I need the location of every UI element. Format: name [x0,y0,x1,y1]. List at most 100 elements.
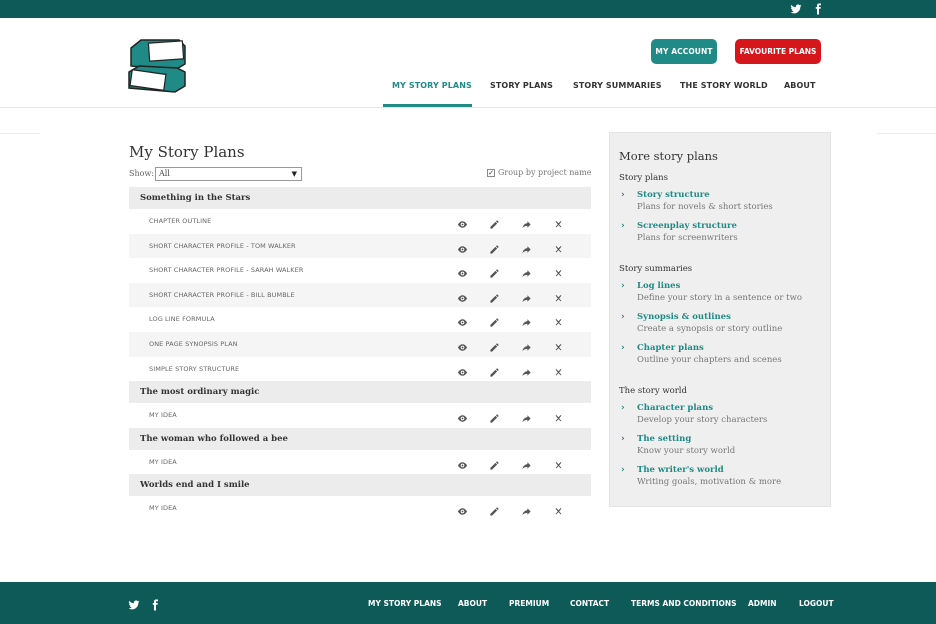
sidebar-link[interactable]: Character plans [637,403,713,413]
share-icon[interactable] [521,241,532,253]
eye-icon[interactable] [457,503,468,516]
delete-icon[interactable] [553,265,564,277]
plan-name[interactable]: MY IDEA [149,458,177,466]
plan-row[interactable]: ONE PAGE SYNOPSIS PLAN [129,331,591,357]
pencil-icon[interactable] [489,457,500,470]
pencil-icon[interactable] [489,410,500,423]
eye-icon[interactable] [457,410,468,422]
nav-the-story-world[interactable]: THE STORY WORLD [680,81,768,93]
delete-icon[interactable] [553,364,564,375]
share-icon[interactable] [521,410,532,423]
eye-icon[interactable] [457,364,468,376]
plan-name[interactable]: SHORT CHARACTER PROFILE - BILL BUMBLE [149,291,295,299]
plan-row[interactable]: LOG LINE FORMULA [129,307,591,332]
delete-icon[interactable] [553,216,564,228]
share-icon[interactable] [521,503,532,516]
pencil-icon[interactable] [489,503,500,516]
sidebar-link-description: Plans for screenwriters [637,233,738,243]
nav-story-plans[interactable]: STORY PLANS [490,81,553,93]
footer-link-terms[interactable]: TERMS AND CONDITIONS [631,599,737,608]
share-icon[interactable] [521,314,532,327]
pencil-icon[interactable] [489,339,500,352]
chevron-right-icon: › [621,312,625,322]
sidebar-link[interactable]: Log lines [637,281,680,291]
footer-link-about[interactable]: ABOUT [458,599,487,608]
show-filter-select[interactable]: All ▼ [155,167,302,181]
delete-icon[interactable] [553,457,564,469]
share-icon[interactable] [521,457,532,469]
footer-link-my-story-plans[interactable]: MY STORY PLANS [368,599,442,608]
eye-icon[interactable] [457,265,468,277]
sidebar-link[interactable]: The setting [637,434,691,444]
sidebar-link-description: Create a synopsis or story outline [637,324,783,334]
footer-link-logout[interactable]: LOGOUT [799,599,834,608]
delete-icon[interactable] [553,503,564,515]
sidebar-link[interactable]: Screenplay structure [637,221,737,231]
delete-icon[interactable] [553,314,564,326]
sidebar-link[interactable]: The writer's world [637,465,724,475]
plan-name[interactable]: SHORT CHARACTER PROFILE - TOM WALKER [149,242,296,250]
chevron-right-icon: › [621,281,625,291]
pencil-icon[interactable] [489,314,500,327]
pencil-icon[interactable] [489,265,500,278]
plan-row[interactable]: MY IDEA [129,450,591,475]
twitter-icon[interactable] [128,599,140,611]
sidebar-link[interactable]: Synopsis & outlines [637,312,731,322]
plan-name[interactable]: ONE PAGE SYNOPSIS PLAN [149,340,238,348]
pencil-icon[interactable] [489,364,500,377]
page-title: My Story Plans [129,143,245,161]
plan-row[interactable]: SHORT CHARACTER PROFILE - SARAH WALKER [129,258,591,283]
sidebar-section-heading: The story world [619,386,687,396]
plan-name[interactable]: MY IDEA [149,504,177,512]
plan-row[interactable]: SIMPLE STORY STRUCTURE [129,357,591,382]
sidebar-link[interactable]: Story structure [637,190,710,200]
sidebar-link-description: Outline your chapters and scenes [637,355,782,365]
delete-icon[interactable] [553,410,564,422]
chevron-right-icon: › [621,434,625,444]
chevron-right-icon: › [621,190,625,200]
plan-row[interactable]: SHORT CHARACTER PROFILE - BILL BUMBLE [129,282,591,308]
footer-link-admin[interactable]: ADMIN [748,599,777,608]
delete-icon[interactable] [553,290,564,302]
pencil-icon[interactable] [489,241,500,254]
footer-link-premium[interactable]: PREMIUM [509,599,549,608]
facebook-icon[interactable] [812,3,824,15]
delete-icon[interactable] [553,339,564,351]
share-icon[interactable] [521,216,532,229]
group-by-project-checkbox[interactable]: ✓ [487,169,495,177]
plan-name[interactable]: SHORT CHARACTER PROFILE - SARAH WALKER [149,266,303,274]
plan-row[interactable]: SHORT CHARACTER PROFILE - TOM WALKER [129,233,591,259]
eye-icon[interactable] [457,457,468,469]
pencil-icon[interactable] [489,216,500,229]
story-planner-logo[interactable] [127,36,187,94]
my-account-button[interactable]: MY ACCOUNT [651,39,717,64]
twitter-icon[interactable] [790,3,802,15]
eye-icon[interactable] [457,241,468,253]
eye-icon[interactable] [457,339,468,351]
share-icon[interactable] [521,364,532,376]
plan-name[interactable]: CHAPTER OUTLINE [149,217,211,225]
eye-icon[interactable] [457,216,468,228]
nav-about[interactable]: ABOUT [784,81,816,93]
share-icon[interactable] [521,339,532,352]
nav-story-summaries[interactable]: STORY SUMMARIES [573,81,662,93]
share-icon[interactable] [521,290,532,302]
sidebar-link[interactable]: Chapter plans [637,343,704,353]
plan-name[interactable]: LOG LINE FORMULA [149,315,215,323]
nav-my-story-plans[interactable]: MY STORY PLANS [392,81,472,93]
plan-row[interactable]: MY IDEA [129,403,591,428]
plan-row[interactable]: CHAPTER OUTLINE [129,209,591,234]
plan-row[interactable]: MY IDEA [129,496,591,521]
favourite-plans-button[interactable]: FAVOURITE PLANS [735,39,821,64]
project-header: Worlds end and I smile [129,474,591,497]
delete-icon[interactable] [553,241,564,252]
project-header: The most ordinary magic [129,381,591,404]
plan-name[interactable]: MY IDEA [149,411,177,419]
plan-name[interactable]: SIMPLE STORY STRUCTURE [149,365,239,373]
facebook-icon[interactable] [149,599,161,611]
eye-icon[interactable] [457,290,468,302]
eye-icon[interactable] [457,314,468,327]
footer-link-contact[interactable]: CONTACT [570,599,609,608]
pencil-icon[interactable] [489,290,500,303]
share-icon[interactable] [521,265,532,278]
